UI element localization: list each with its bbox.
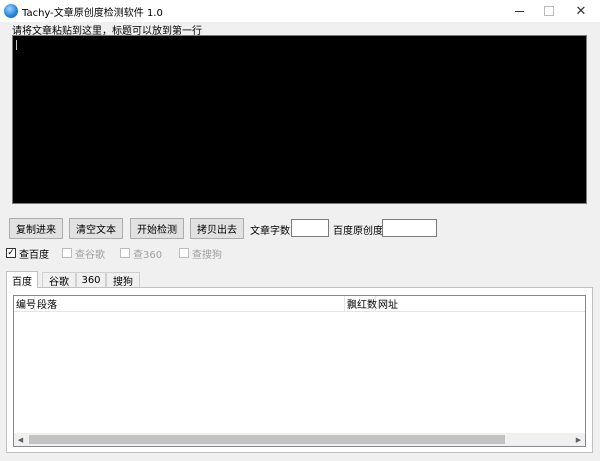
check-google-checkbox: 查谷歌 xyxy=(62,247,105,261)
check-360-label: 查360 xyxy=(133,249,163,261)
check-sogou-checkbox: 查搜狗 xyxy=(179,247,222,261)
column-header-highlight-count[interactable]: 飘红数 xyxy=(345,296,377,311)
copy-out-button[interactable]: 拷贝出去 xyxy=(190,218,244,239)
clear-text-button[interactable]: 清空文本 xyxy=(69,218,123,239)
checkbox-unchecked-icon xyxy=(179,248,189,258)
copy-in-button[interactable]: 复制进来 xyxy=(9,218,63,239)
column-header-number[interactable]: 编号 xyxy=(14,296,36,311)
scroll-left-icon[interactable]: ◀ xyxy=(14,433,27,446)
baidu-originality-field[interactable] xyxy=(382,219,437,237)
checkbox-unchecked-icon xyxy=(62,248,72,258)
start-check-button[interactable]: 开始检测 xyxy=(130,218,184,239)
app-icon xyxy=(4,4,18,18)
checkbox-unchecked-icon xyxy=(120,248,130,258)
check-baidu-checkbox[interactable]: ✓ 查百度 xyxy=(6,247,49,261)
check-sogou-label: 查搜狗 xyxy=(192,249,222,261)
text-caret xyxy=(16,40,17,50)
tab-baidu[interactable]: 百度 xyxy=(6,271,38,288)
horizontal-scrollbar[interactable]: ◀ ▶ xyxy=(14,433,585,446)
check-baidu-label: 查百度 xyxy=(19,249,49,261)
word-count-label: 文章字数: xyxy=(250,226,294,237)
tab-sogou[interactable]: 搜狗 xyxy=(106,272,140,288)
column-header-paragraph[interactable]: 段落 xyxy=(35,296,345,311)
title-bar: Tachy-文章原创度检测软件 1.0 ✕ xyxy=(0,0,600,22)
baidu-originality-label: 百度原创度: xyxy=(333,226,387,237)
table-header: 编号 段落 飘红数 网址 xyxy=(14,296,585,312)
check-google-label: 查谷歌 xyxy=(75,249,105,261)
close-button[interactable]: ✕ xyxy=(566,0,596,22)
tab-google[interactable]: 谷歌 xyxy=(42,272,76,288)
scroll-right-icon[interactable]: ▶ xyxy=(572,433,585,446)
window-title: Tachy-文章原创度检测软件 1.0 xyxy=(22,8,163,19)
maximize-icon xyxy=(544,6,554,16)
check-360-checkbox: 查360 xyxy=(120,247,163,261)
scrollbar-thumb[interactable] xyxy=(29,435,505,444)
results-tab-panel: 编号 段落 飘红数 网址 ◀ ▶ xyxy=(6,287,593,453)
article-text-area[interactable] xyxy=(12,35,587,204)
tab-360[interactable]: 360 xyxy=(76,272,106,287)
results-table[interactable]: 编号 段落 飘红数 网址 ◀ ▶ xyxy=(13,295,586,447)
minimize-button[interactable] xyxy=(504,0,534,22)
minimize-icon xyxy=(514,10,524,12)
maximize-button xyxy=(534,0,564,22)
checkbox-checked-icon: ✓ xyxy=(6,247,16,258)
column-header-url[interactable]: 网址 xyxy=(376,296,585,311)
word-count-field[interactable] xyxy=(291,219,329,237)
close-icon: ✕ xyxy=(575,3,587,19)
